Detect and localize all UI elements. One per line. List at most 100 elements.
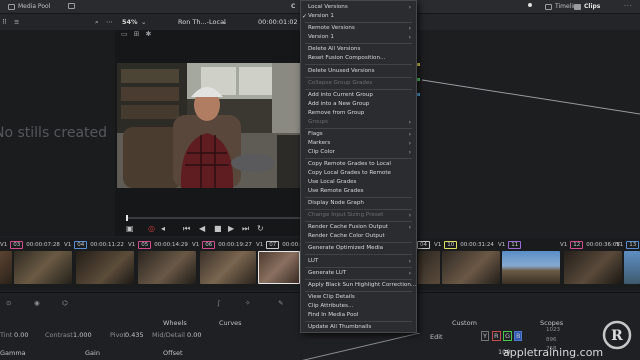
split-screen-icon[interactable]: ⊞: [134, 30, 140, 40]
color-match-icon[interactable]: ⌬: [62, 299, 68, 307]
menu-use-remote-grades[interactable]: Use Remote Grades: [308, 187, 412, 196]
menu-clip-color[interactable]: Clip Color ›: [308, 148, 412, 157]
clip-header-13: V1 13: [616, 240, 640, 249]
loop-icon[interactable]: ◎: [148, 224, 155, 233]
camera-raw-icon[interactable]: ◉: [34, 299, 40, 307]
menu-lut[interactable]: LUT ›: [308, 257, 412, 266]
playhead[interactable]: [126, 215, 128, 221]
pivot-value[interactable]: 0.435: [125, 331, 144, 339]
clip-thumbnail[interactable]: [14, 251, 72, 284]
menu-copy-local-to-remote[interactable]: Copy Local Grades to Remote: [308, 169, 412, 178]
menu-update-all-thumbnails[interactable]: Update All Thumbnails: [308, 323, 412, 332]
menu-separator: [305, 221, 412, 222]
clip-thumbnail[interactable]: [442, 251, 500, 284]
menu-remove-from-group[interactable]: Remove from Group: [308, 109, 412, 118]
menu-clip-attributes[interactable]: Clip Attributes...: [308, 302, 412, 311]
menu-delete-unused-versions[interactable]: Delete Unused Versions: [308, 67, 412, 76]
menu-reset-fusion-composition[interactable]: Reset Fusion Composition...: [308, 54, 412, 63]
menu-display-node-graph[interactable]: Display Node Graph: [308, 199, 412, 208]
clip-header-05: V1 05 00:00:14:29: [128, 240, 188, 249]
menu-use-local-grades[interactable]: Use Local Grades: [308, 178, 412, 187]
submenu-arrow-icon: ›: [408, 224, 411, 231]
tint-value[interactable]: 0.00: [14, 331, 28, 339]
grade-icon[interactable]: ⊙: [6, 299, 11, 307]
gallery-icon: [68, 3, 75, 9]
clip-thumbnail[interactable]: [138, 251, 196, 284]
clip-header-11: V1 11: [498, 240, 522, 249]
play-icon[interactable]: ▶: [228, 224, 234, 233]
more-icon[interactable]: ···: [624, 3, 633, 10]
middetail-value[interactable]: 0.00: [187, 331, 201, 339]
clip-name-chevron-down-icon[interactable]: ⌄: [222, 18, 227, 26]
clip-thumbnail[interactable]: [0, 251, 12, 284]
highlight-icon[interactable]: ✱: [146, 30, 152, 40]
clip-thumbnail-selected[interactable]: [258, 251, 300, 284]
menu-generate-optimized-media[interactable]: Generate Optimized Media: [308, 244, 412, 253]
menu-view-clip-details[interactable]: View Clip Details: [308, 293, 412, 302]
eyedropper-icon[interactable]: ✎: [278, 299, 283, 307]
menu-separator: [305, 209, 412, 210]
menu-separator: [305, 128, 412, 129]
menu-delete-all-versions[interactable]: Delete All Versions: [308, 45, 412, 54]
channel-r-button[interactable]: R: [492, 331, 501, 341]
clip-header-09: 04: [417, 240, 430, 249]
zoom-select[interactable]: 54%: [122, 18, 138, 26]
viewer-scrubber[interactable]: [126, 215, 300, 221]
menu-local-versions[interactable]: Local Versions ›: [308, 3, 412, 12]
menu-add-into-current-group[interactable]: Add into Current Group: [308, 91, 412, 100]
sort-icon[interactable]: ⋯: [106, 18, 113, 26]
curves-tool-icon[interactable]: ∫: [217, 299, 220, 307]
gallery-list-icon[interactable]: ≡: [14, 18, 19, 26]
audio-icon[interactable]: ◂: [161, 224, 165, 233]
channel-g-button[interactable]: G: [503, 331, 513, 341]
media-pool-tab[interactable]: Media Pool: [8, 3, 50, 10]
menu-markers[interactable]: Markers ›: [308, 139, 412, 148]
wheels-title: Wheels: [163, 319, 187, 327]
clip-name-select[interactable]: Ron Th...-Local: [178, 18, 226, 26]
menu-add-into-new-group[interactable]: Add into a New Group: [308, 100, 412, 109]
menu-copy-remote-to-local[interactable]: Copy Remote Grades to Local: [308, 160, 412, 169]
channel-b-button[interactable]: B: [514, 331, 523, 341]
middetail-label: Mid/Detail: [152, 331, 185, 339]
play-reverse-icon[interactable]: ◀: [199, 224, 205, 233]
channel-y-button[interactable]: Y: [481, 331, 489, 341]
menu-flags[interactable]: Flags ›: [308, 130, 412, 139]
clips-tab[interactable]: Clips: [574, 3, 600, 10]
menu-apply-black-sun-correction[interactable]: Apply Black Sun Highlight Correction...: [308, 281, 416, 290]
menu-separator: [305, 89, 412, 90]
menu-generate-lut[interactable]: Generate LUT ›: [308, 269, 412, 278]
viewer-options-icon[interactable]: ▣: [126, 224, 134, 233]
custom-curves-select[interactable]: Custom: [452, 319, 477, 327]
menu-find-in-media-pool[interactable]: Find In Media Pool: [308, 311, 412, 320]
gallery-toggle[interactable]: [68, 3, 75, 9]
menu-separator: [305, 197, 412, 198]
menu-local-version-1[interactable]: ✓ Version 1: [302, 12, 412, 21]
menu-separator: [305, 279, 412, 280]
go-to-start-icon[interactable]: ⏮: [183, 224, 190, 234]
zoom-chevron-down-icon[interactable]: ⌄: [141, 18, 146, 26]
stop-icon[interactable]: ■: [214, 224, 222, 233]
menu-render-cache-fusion-output[interactable]: Render Cache Fusion Output ›: [308, 223, 412, 232]
go-to-end-icon[interactable]: ⏭: [242, 224, 249, 234]
toolbar-dot-icon[interactable]: [528, 3, 532, 7]
clip-thumbnail[interactable]: [76, 251, 134, 284]
gallery-grid-icon[interactable]: ⠿: [2, 18, 7, 26]
qualifier-icon[interactable]: ✧: [245, 299, 250, 307]
loop-playback-icon[interactable]: ↻: [257, 224, 264, 233]
menu-remote-versions[interactable]: Remote Versions ›: [308, 24, 412, 33]
contrast-value[interactable]: 1.000: [73, 331, 92, 339]
menu-remote-version-1[interactable]: Version 1 ›: [308, 33, 412, 42]
clip-thumbnail[interactable]: [624, 251, 640, 284]
submenu-arrow-icon: ›: [408, 149, 411, 156]
clip-thumbnail[interactable]: [200, 251, 256, 284]
search-icon[interactable]: ⌕: [95, 18, 99, 27]
media-pool-label: Media Pool: [18, 3, 51, 10]
clip-thumbnail[interactable]: [564, 251, 622, 284]
clip-thumbnail[interactable]: [418, 251, 440, 284]
checkmark-icon: ✓: [302, 13, 308, 20]
menu-render-cache-color-output[interactable]: Render Cache Color Output: [308, 232, 412, 241]
clip-header-07: V1 07 00:00:2: [256, 240, 304, 249]
viewer-mode-icon[interactable]: ▭: [121, 30, 128, 40]
clip-thumbnail[interactable]: [502, 251, 560, 284]
transport-controls: ▣ ◎ ◂ ⏮ ◀ ■ ▶ ⏭ ↻: [125, 224, 300, 236]
